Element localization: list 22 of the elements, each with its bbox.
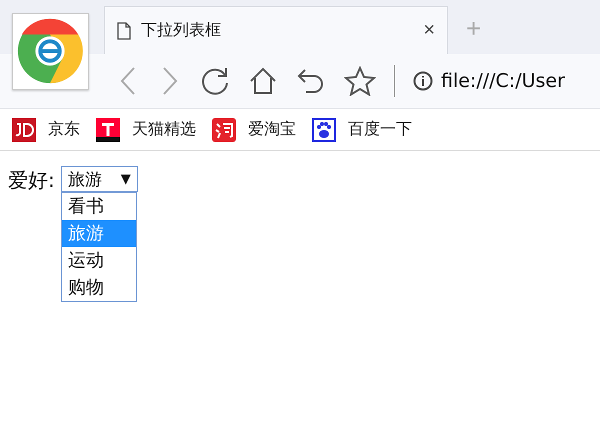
paw-icon <box>312 118 336 142</box>
close-tab-button[interactable]: × <box>423 19 435 42</box>
bookmark-star-button[interactable] <box>344 66 376 96</box>
tab-title: 下拉列表框 <box>141 20 222 41</box>
bookmark-link[interactable]: 百度一下 <box>312 118 412 142</box>
bookmark-link[interactable]: 天猫精选 <box>96 118 196 142</box>
info-icon <box>413 71 433 91</box>
home-button[interactable] <box>248 66 278 96</box>
reload-button[interactable] <box>200 66 230 96</box>
document-icon <box>117 22 131 40</box>
browser-tab[interactable]: 下拉列表框 × <box>104 6 448 54</box>
dropdown-option[interactable]: 运动 <box>62 247 136 274</box>
taobao-logo-icon <box>212 118 236 142</box>
bookmark-link[interactable]: 京东 <box>12 118 80 142</box>
tmall-logo-icon <box>96 118 120 142</box>
address-bar[interactable]: file:///C:/User <box>441 70 565 92</box>
hobby-select[interactable]: 旅游 ▼ <box>60 166 138 192</box>
dropdown-option[interactable]: 看书 <box>62 193 136 220</box>
jd-logo-icon <box>12 118 36 142</box>
dropdown-option[interactable]: 购物 <box>62 274 136 301</box>
bookmark-link[interactable]: 爱淘宝 <box>212 118 296 142</box>
field-label: 爱好: <box>8 167 55 194</box>
